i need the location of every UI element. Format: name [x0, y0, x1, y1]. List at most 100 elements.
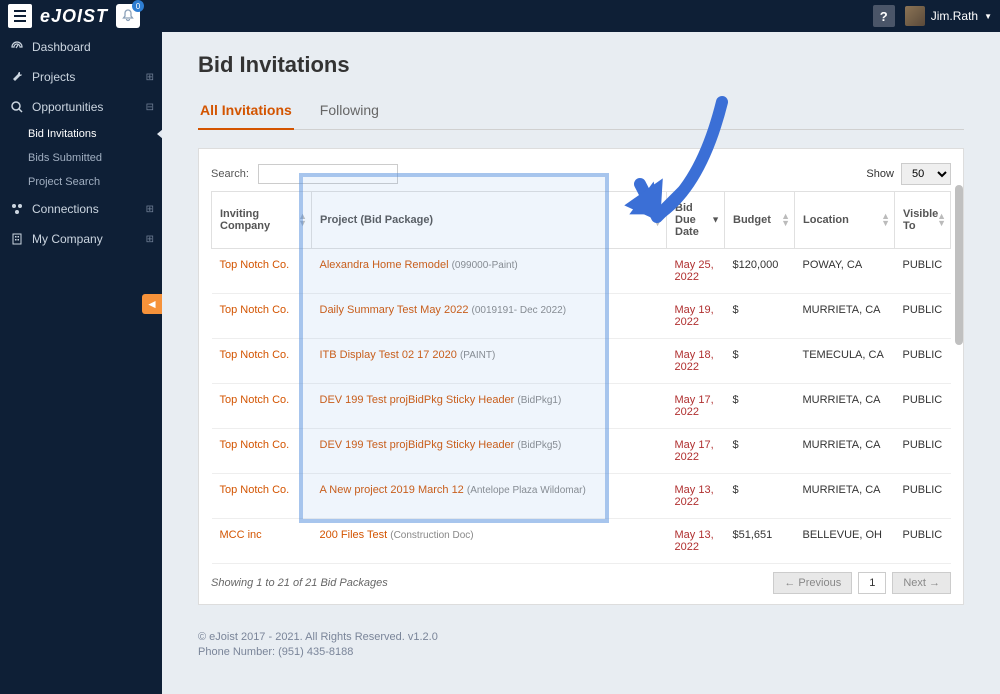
expand-icon: ⊞ [146, 204, 154, 215]
budget: $120,000 [725, 249, 795, 294]
project-link[interactable]: Daily Summary Test May 2022 [320, 304, 469, 316]
topbar-left: eJOIST 0 [8, 4, 140, 28]
sidebar-sub-bids-submitted[interactable]: Bids Submitted [0, 146, 162, 170]
bid-due-date: May 18, 2022 [667, 339, 725, 384]
location: MURRIETA, CA [795, 474, 895, 519]
page-number[interactable]: 1 [858, 572, 886, 594]
bid-due-date: May 25, 2022 [667, 249, 725, 294]
sidebar-item-opportunities[interactable]: Opportunities ⊟ [0, 92, 162, 122]
sort-desc-icon: ▼ [711, 217, 720, 224]
col-budget[interactable]: Budget▲▼ [725, 192, 795, 249]
bid-due-date: May 17, 2022 [667, 429, 725, 474]
notification-badge: 0 [132, 0, 144, 12]
sort-icon: ▲▼ [781, 213, 790, 227]
sidebar-item-projects[interactable]: Projects ⊞ [0, 62, 162, 92]
table-row: Top Notch Co. A New project 2019 March 12… [212, 474, 951, 519]
budget: $ [725, 339, 795, 384]
sidebar-item-label: Connections [32, 202, 99, 216]
table-row: Top Notch Co.Alexandra Home Remodel (099… [212, 249, 951, 294]
topbar: eJOIST 0 ? Jim.Rath ▼ [0, 0, 1000, 32]
col-bid-due-date[interactable]: Bid Due Date▼ [667, 192, 725, 249]
show-select[interactable]: 50 [901, 163, 951, 185]
project-link[interactable]: DEV 199 Test projBidPkg Sticky Header [320, 439, 515, 451]
location: MURRIETA, CA [795, 429, 895, 474]
bell-icon [122, 9, 134, 23]
project-link[interactable]: 200 Files Test [320, 529, 388, 541]
logo: eJOIST [40, 6, 108, 27]
user-menu[interactable]: Jim.Rath ▼ [905, 6, 992, 26]
main-content: Bid Invitations All Invitations Followin… [162, 32, 1000, 694]
bid-due-date: May 13, 2022 [667, 519, 725, 564]
sidebar-item-my-company[interactable]: My Company ⊞ [0, 224, 162, 254]
visible-to: PUBLIC [895, 474, 951, 519]
company-link[interactable]: Top Notch Co. [220, 349, 290, 361]
connections-icon [10, 202, 24, 216]
sort-icon: ▲▼ [653, 213, 662, 227]
project-link[interactable]: ITB Display Test 02 17 2020 [320, 349, 457, 361]
col-location[interactable]: Location▲▼ [795, 192, 895, 249]
bid-package: (BidPkg5) [517, 440, 561, 451]
location: TEMECULA, CA [795, 339, 895, 384]
bid-due-date: May 13, 2022 [667, 474, 725, 519]
budget: $ [725, 474, 795, 519]
expand-icon: ⊞ [146, 234, 154, 245]
menu-toggle-button[interactable] [8, 4, 32, 28]
content-wrapper: Bid Invitations All Invitations Followin… [162, 32, 1000, 615]
sidebar-collapse-button[interactable]: ◄ [142, 294, 162, 314]
visible-to: PUBLIC [895, 519, 951, 564]
location: MURRIETA, CA [795, 384, 895, 429]
topbar-right: ? Jim.Rath ▼ [873, 5, 992, 27]
company-link[interactable]: Top Notch Co. [220, 484, 290, 496]
sidebar-item-dashboard[interactable]: Dashboard [0, 32, 162, 62]
bid-package: (PAINT) [460, 350, 495, 361]
bid-table: Inviting Company▲▼ Project (Bid Package)… [211, 191, 951, 564]
col-visible-to[interactable]: Visible To▲▼ [895, 192, 951, 249]
sidebar-sub-project-search[interactable]: Project Search [0, 170, 162, 194]
help-button[interactable]: ? [873, 5, 895, 27]
table-row: Top Notch Co. DEV 199 Test projBidPkg Sti… [212, 429, 951, 474]
bid-due-date: May 17, 2022 [667, 384, 725, 429]
company-link[interactable]: Top Notch Co. [220, 394, 290, 406]
prev-button[interactable]: ← Previous [773, 572, 852, 594]
sidebar-item-connections[interactable]: Connections ⊞ [0, 194, 162, 224]
project-link[interactable]: A New project 2019 March 12 [320, 484, 464, 496]
tab-following[interactable]: Following [318, 96, 381, 129]
search-input[interactable] [258, 164, 398, 184]
company-link[interactable]: Top Notch Co. [220, 439, 290, 451]
project-link[interactable]: Alexandra Home Remodel [320, 259, 449, 271]
footer-copyright: © eJoist 2017 - 2021. All Rights Reserve… [198, 631, 964, 643]
sidebar-sub-bid-invitations[interactable]: Bid Invitations [0, 122, 162, 146]
table-card: Search: Show 50 Inviting Company▲▼ Proje… [198, 148, 964, 605]
showing-text: Showing 1 to 21 of 21 Bid Packages [211, 577, 388, 589]
company-link[interactable]: MCC inc [220, 529, 262, 541]
col-project[interactable]: Project (Bid Package)▲▼ [312, 192, 667, 249]
dashboard-icon [10, 40, 24, 54]
location: BELLEVUE, OH [795, 519, 895, 564]
sidebar-item-label: Projects [32, 70, 75, 84]
notifications-button[interactable]: 0 [116, 4, 140, 28]
company-link[interactable]: Top Notch Co. [220, 259, 290, 271]
table-row: Top Notch Co. ITB Display Test 02 17 2020… [212, 339, 951, 384]
sidebar-item-label: My Company [32, 232, 103, 246]
pagination: ← Previous 1 Next → [773, 572, 951, 594]
tabs: All Invitations Following [198, 96, 964, 130]
visible-to: PUBLIC [895, 249, 951, 294]
bid-package: (0019191- Dec 2022) [472, 305, 567, 316]
visible-to: PUBLIC [895, 384, 951, 429]
tab-all-invitations[interactable]: All Invitations [198, 96, 294, 130]
budget: $ [725, 294, 795, 339]
table-row: Top Notch Co. DEV 199 Test projBidPkg Sti… [212, 384, 951, 429]
company-link[interactable]: Top Notch Co. [220, 304, 290, 316]
hamburger-icon [12, 8, 28, 24]
footer-phone: Phone Number: (951) 435-8188 [198, 646, 964, 658]
sort-icon: ▲▼ [881, 213, 890, 227]
location: POWAY, CA [795, 249, 895, 294]
project-link[interactable]: DEV 199 Test projBidPkg Sticky Header [320, 394, 515, 406]
table-row: MCC inc200 Files Test (Construction Doc)… [212, 519, 951, 564]
username: Jim.Rath [931, 9, 978, 23]
building-icon [10, 232, 24, 246]
col-inviting-company[interactable]: Inviting Company▲▼ [212, 192, 312, 249]
scrollbar[interactable] [955, 185, 963, 345]
sidebar-item-label: Dashboard [32, 40, 91, 54]
next-button[interactable]: Next → [892, 572, 951, 594]
